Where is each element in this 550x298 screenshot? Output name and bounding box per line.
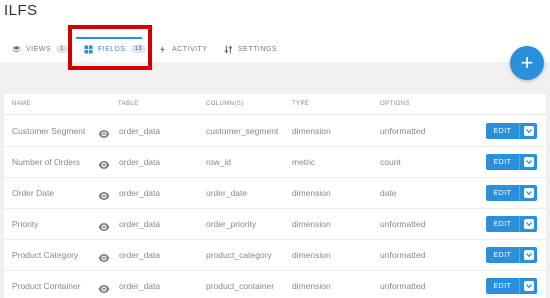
fields-table: NAME TABLE COLUMN(S) TYPE OPTIONS Custom… (4, 94, 546, 298)
field-type: dimension (292, 250, 331, 260)
edit-button[interactable]: EDIT (486, 216, 519, 232)
table-row: Product Category order_data product_cate… (4, 240, 546, 271)
field-options: count (380, 157, 401, 167)
chevron-down-icon (523, 126, 534, 136)
chevron-down-icon (523, 188, 534, 198)
tab-activity[interactable]: ACTIVITY (158, 36, 208, 62)
field-column: customer_segment (206, 126, 279, 136)
edit-button-group: EDIT (486, 247, 537, 263)
field-options: unformatted (380, 281, 426, 291)
edit-button[interactable]: EDIT (486, 123, 519, 139)
field-type: dimension (292, 126, 331, 136)
edit-button-group: EDIT (486, 154, 537, 170)
field-name: Order Date (12, 188, 55, 198)
tab-views-count: 1 (56, 45, 68, 53)
edit-button-group: EDIT (486, 185, 537, 201)
column-header-table[interactable]: TABLE (118, 101, 139, 107)
chevron-down-icon (523, 219, 534, 229)
column-header-options[interactable]: OPTIONS (380, 101, 410, 107)
table-row: Customer Segment order_data customer_seg… (4, 116, 546, 147)
table-row: Number of Orders order_data row_id metri… (4, 147, 546, 178)
edit-button[interactable]: EDIT (486, 185, 519, 201)
chevron-down-icon (523, 281, 534, 291)
edit-dropdown-toggle[interactable] (519, 185, 537, 201)
field-name: Number of Orders (12, 157, 81, 167)
layers-icon (12, 45, 21, 54)
edit-button-group: EDIT (486, 278, 537, 294)
field-column: product_category (206, 250, 272, 260)
edit-button[interactable]: EDIT (486, 154, 519, 170)
eye-icon[interactable] (98, 126, 110, 138)
table-row: Priority order_data order_priority dimen… (4, 209, 546, 240)
edit-dropdown-toggle[interactable] (519, 154, 537, 170)
field-name: Product Category (12, 250, 79, 260)
edit-button[interactable]: EDIT (486, 247, 519, 263)
field-column: order_date (206, 188, 248, 198)
chevron-down-icon (523, 157, 534, 167)
field-column: row_id (206, 157, 232, 167)
field-type: dimension (292, 188, 331, 198)
tab-fields-label: FIELDS (98, 45, 126, 53)
eye-icon[interactable] (98, 188, 110, 200)
field-name: Priority (12, 219, 39, 229)
field-options: unformatted (380, 250, 426, 260)
active-tab-indicator (76, 37, 142, 39)
field-table: order_data (119, 219, 161, 229)
field-table: order_data (119, 188, 161, 198)
field-type: metric (292, 157, 316, 167)
chevron-down-icon (523, 250, 534, 260)
edit-button-group: EDIT (486, 216, 537, 232)
eye-icon[interactable] (98, 281, 110, 293)
tab-fields[interactable]: FIELDS 13 (84, 36, 147, 62)
edit-button[interactable]: EDIT (486, 278, 519, 294)
add-icon: + (520, 50, 534, 75)
field-options: date (380, 188, 397, 198)
eye-icon[interactable] (98, 219, 110, 231)
field-type: dimension (292, 281, 331, 291)
table-row: Product Container order_data product_con… (4, 271, 546, 298)
bolt-icon (158, 44, 167, 54)
eye-icon[interactable] (98, 250, 110, 262)
field-options: unformatted (380, 126, 426, 136)
edit-dropdown-toggle[interactable] (519, 216, 537, 232)
tab-views-label: VIEWS (26, 45, 52, 53)
field-table: order_data (119, 126, 161, 136)
tab-views[interactable]: VIEWS 1 (12, 36, 68, 62)
edit-dropdown-toggle[interactable] (519, 278, 537, 294)
tab-fields-count: 13 (130, 45, 147, 53)
field-type: dimension (292, 219, 331, 229)
table-row: Order Date order_data order_date dimensi… (4, 178, 546, 209)
column-header-type[interactable]: TYPE (292, 101, 309, 107)
field-table: order_data (119, 157, 161, 167)
edit-dropdown-toggle[interactable] (519, 123, 537, 139)
field-column: product_container (206, 281, 275, 291)
grid-icon (84, 44, 93, 54)
column-header-name[interactable]: NAME (12, 101, 31, 107)
edit-dropdown-toggle[interactable] (519, 247, 537, 263)
sliders-icon (224, 44, 233, 54)
field-table: order_data (119, 281, 161, 291)
eye-icon[interactable] (98, 157, 110, 169)
edit-button-group: EDIT (486, 123, 537, 139)
field-name: Customer Segment (12, 126, 86, 136)
tab-bar: VIEWS 1 FIELDS 13 ACTIVITY SETTINGS (0, 36, 550, 62)
column-header-columns[interactable]: COLUMN(S) (206, 101, 244, 107)
tab-activity-label: ACTIVITY (172, 45, 208, 53)
add-button[interactable]: + (510, 46, 544, 80)
field-column: order_priority (206, 219, 257, 229)
app-title: ILFS (4, 2, 38, 19)
field-options: unformatted (380, 219, 426, 229)
tab-settings[interactable]: SETTINGS (224, 36, 277, 62)
table-header: NAME TABLE COLUMN(S) TYPE OPTIONS (4, 94, 546, 115)
tab-settings-label: SETTINGS (238, 45, 278, 53)
field-table: order_data (119, 250, 161, 260)
field-name: Product Container (12, 281, 81, 291)
